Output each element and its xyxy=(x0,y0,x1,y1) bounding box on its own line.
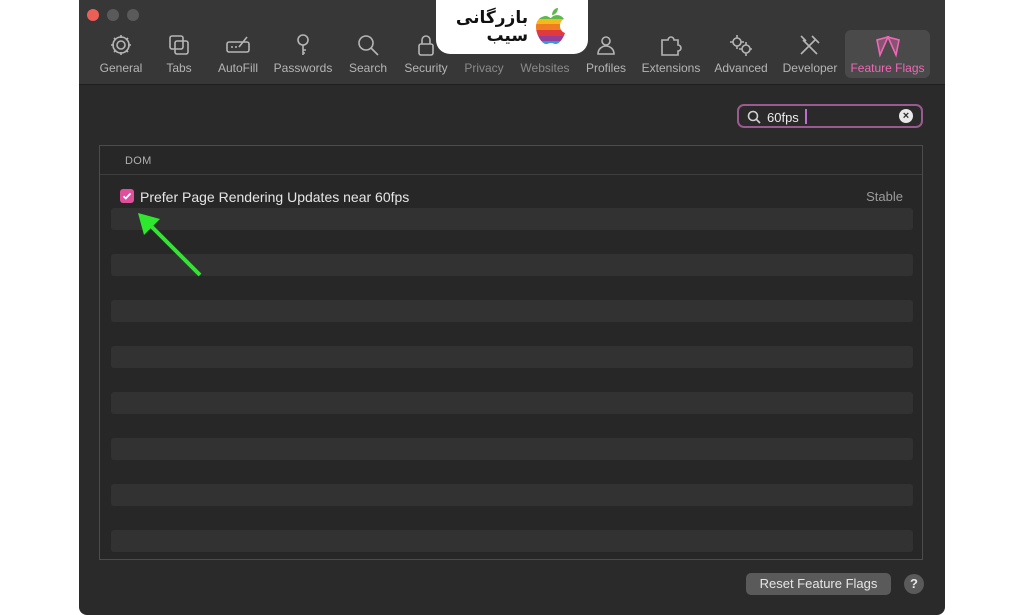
flag-label: Prefer Page Rendering Updates near 60fps xyxy=(140,189,410,205)
tab-general[interactable]: General xyxy=(97,30,145,78)
tab-label: Tabs xyxy=(166,61,192,75)
help-button[interactable]: ? xyxy=(904,574,924,594)
list-row-empty xyxy=(111,300,913,322)
watermark-line-2: سیب xyxy=(486,26,529,46)
section-title: DOM xyxy=(125,155,152,167)
tab-feature-flags[interactable]: Feature Flags xyxy=(845,30,930,78)
tab-label: Profiles xyxy=(585,61,626,75)
search-icon xyxy=(747,110,761,124)
list-row-empty xyxy=(111,392,913,414)
list-row-empty xyxy=(111,254,913,276)
annotation-arrow-icon xyxy=(138,213,202,277)
list-row-empty xyxy=(111,530,913,552)
flag-status: Stable xyxy=(866,189,903,204)
flags-icon xyxy=(875,35,900,58)
watermark-text: بازرگانی سیب xyxy=(456,9,528,45)
zoom-window-button[interactable] xyxy=(127,9,139,21)
checkmark-icon xyxy=(122,192,132,200)
watermark-line-1: بازرگانی xyxy=(455,8,529,28)
tab-label: Privacy xyxy=(464,61,504,75)
puzzle-icon xyxy=(661,36,682,56)
key-icon xyxy=(297,34,309,55)
gear-icon xyxy=(111,35,131,55)
feature-flags-list: DOM Prefer Page Rendering Updates near 6… xyxy=(99,145,923,560)
tools-icon xyxy=(800,35,820,55)
section-header: DOM xyxy=(100,146,922,175)
tab-label: AutoFill xyxy=(217,61,258,75)
search-field[interactable]: × xyxy=(737,104,923,128)
flag-checkbox[interactable] xyxy=(120,189,134,203)
search-input[interactable] xyxy=(767,108,897,126)
list-item[interactable]: Prefer Page Rendering Updates near 60fps… xyxy=(100,186,922,208)
tab-extensions[interactable]: Extensions xyxy=(640,30,702,78)
tab-passwords[interactable]: Passwords xyxy=(271,30,335,78)
safari-settings-window: General Tabs AutoFill Passwords Search S… xyxy=(79,0,945,615)
tab-label: General xyxy=(99,61,143,75)
tab-label: Passwords xyxy=(273,61,333,75)
tab-tabs[interactable]: Tabs xyxy=(159,30,199,78)
tab-label: Extensions xyxy=(641,61,701,75)
search-icon xyxy=(358,35,379,56)
tab-developer[interactable]: Developer xyxy=(779,30,841,78)
watermark-logo: بازرگانی سیب xyxy=(436,0,588,54)
reset-feature-flags-button[interactable]: Reset Feature Flags xyxy=(746,573,891,595)
clear-search-icon[interactable]: × xyxy=(899,109,913,123)
list-row-empty xyxy=(111,484,913,506)
autofill-icon xyxy=(226,36,250,53)
list-row-empty xyxy=(111,438,913,460)
tab-label: Developer xyxy=(782,61,838,75)
close-window-button[interactable] xyxy=(87,9,99,21)
list-row-empty xyxy=(111,346,913,368)
tab-label: Security xyxy=(404,61,448,75)
gears-icon xyxy=(730,35,752,56)
tab-label: Feature Flags xyxy=(850,61,925,75)
tab-label: Websites xyxy=(520,61,570,75)
tab-autofill[interactable]: AutoFill xyxy=(213,30,263,78)
tab-profiles[interactable]: Profiles xyxy=(583,30,629,78)
minimize-window-button[interactable] xyxy=(107,9,119,21)
text-caret xyxy=(805,109,807,124)
tab-advanced[interactable]: Advanced xyxy=(712,30,770,78)
list-row-empty xyxy=(111,208,913,230)
tab-label: Advanced xyxy=(714,61,768,75)
person-icon xyxy=(597,36,615,55)
tab-label: Search xyxy=(348,61,388,75)
tabs-icon xyxy=(169,35,189,55)
tab-search[interactable]: Search xyxy=(345,30,391,78)
apple-logo-icon xyxy=(536,8,566,44)
